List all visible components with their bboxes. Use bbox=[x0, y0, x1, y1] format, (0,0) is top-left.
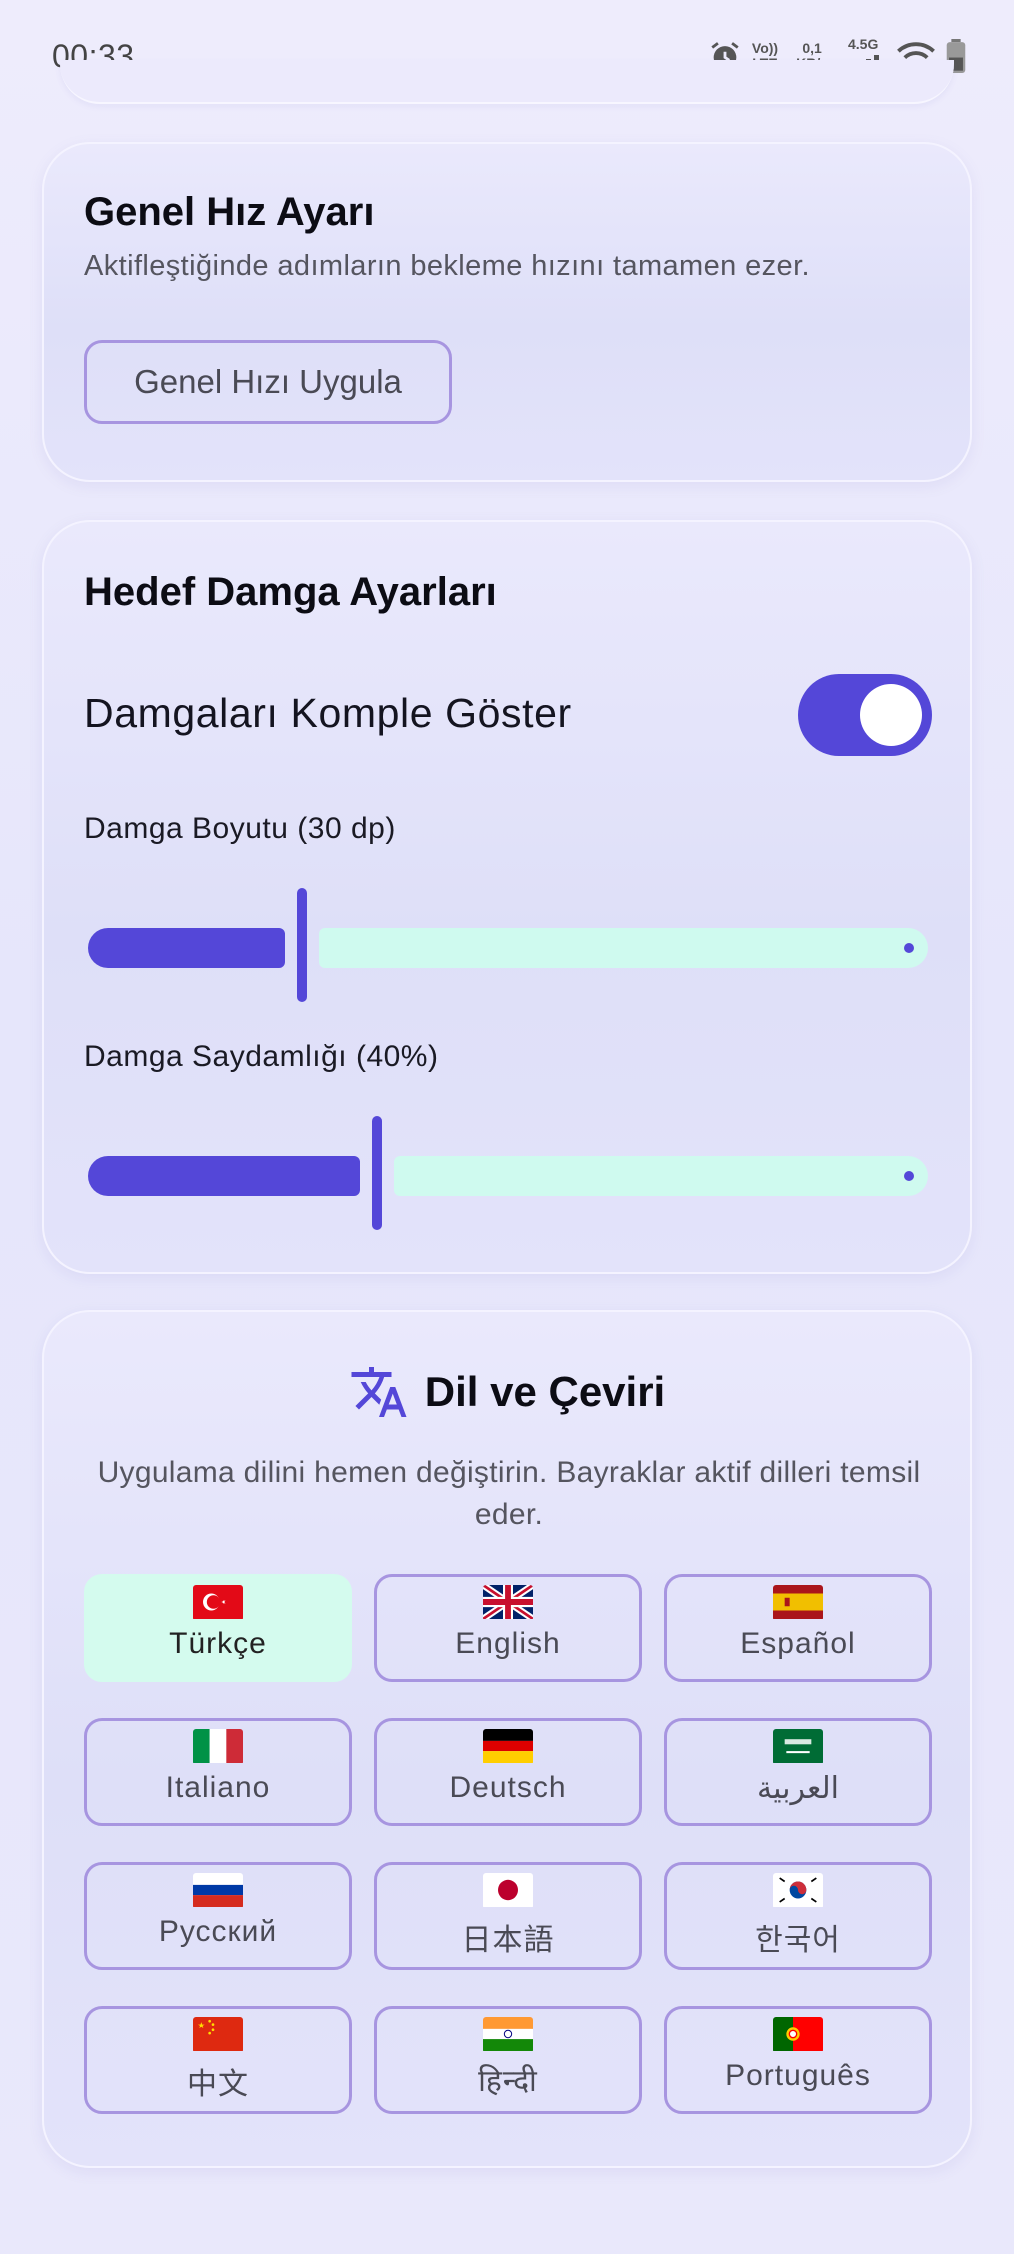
russia-flag-icon bbox=[193, 1873, 243, 1909]
spain-flag-icon bbox=[773, 1585, 823, 1621]
language-name: Deutsch bbox=[449, 1771, 567, 1804]
language-button-portugal[interactable]: Português bbox=[664, 2006, 932, 2114]
show-stamps-label: Damgaları Komple Göster bbox=[84, 690, 572, 736]
slider-active-track bbox=[88, 928, 285, 968]
language-name: हिन्दी bbox=[478, 2065, 538, 2098]
previous-card-edge bbox=[60, 60, 954, 104]
language-button-saudi-arabia[interactable]: العربية bbox=[664, 1718, 932, 1826]
portugal-flag-icon bbox=[773, 2017, 823, 2053]
slider-thumb[interactable] bbox=[371, 1116, 382, 1230]
italy-flag-icon bbox=[193, 1729, 243, 1765]
language-name: English bbox=[455, 1627, 561, 1660]
language-name: Español bbox=[740, 1627, 856, 1660]
language-title: Dil ve Çeviri bbox=[424, 1368, 666, 1415]
language-button-china[interactable]: 中文 bbox=[84, 2006, 352, 2114]
language-name: 中文 bbox=[187, 2068, 249, 2101]
slider-active-track bbox=[88, 1156, 360, 1196]
saudi-arabia-flag-icon bbox=[773, 1729, 823, 1765]
slider-stop-dot bbox=[904, 943, 914, 953]
stamp-size-label: Damga Boyutu (30 dp) bbox=[84, 812, 396, 845]
slider-inactive-track bbox=[318, 928, 928, 968]
language-button-russia[interactable]: Русский bbox=[84, 1862, 352, 1970]
apply-general-speed-button[interactable]: Genel Hızı Uygula bbox=[84, 340, 452, 424]
settings-page: 00:33 Vo)) LTE 0,1 KB/s 4.5G bbox=[0, 0, 1014, 2254]
language-button-spain[interactable]: Español bbox=[664, 1574, 932, 1682]
language-button-india[interactable]: हिन्दी bbox=[374, 2006, 642, 2114]
language-header: Dil ve Çeviri bbox=[44, 1362, 970, 1422]
stamp-size-slider[interactable] bbox=[84, 888, 928, 1008]
language-name: Português bbox=[725, 2059, 871, 2092]
language-name: Türkçe bbox=[169, 1627, 267, 1660]
stamp-opacity-label: Damga Saydamlığı (40%) bbox=[84, 1040, 439, 1073]
general-speed-card: Genel Hız Ayarı Aktifleştiğinde adımları… bbox=[42, 142, 972, 482]
stamp-opacity-slider[interactable] bbox=[84, 1116, 928, 1236]
slider-inactive-track bbox=[393, 1156, 928, 1196]
china-flag-icon bbox=[193, 2017, 243, 2053]
language-button-japan[interactable]: 日本語 bbox=[374, 1862, 642, 1970]
language-button-uk[interactable]: English bbox=[374, 1574, 642, 1682]
south-korea-flag-icon bbox=[773, 1873, 823, 1909]
show-stamps-toggle[interactable] bbox=[798, 674, 932, 756]
navigation-area bbox=[0, 2214, 1014, 2254]
stamp-settings-title: Hedef Damga Ayarları bbox=[84, 570, 497, 614]
uk-flag-icon bbox=[483, 1585, 533, 1621]
turkey-flag-icon bbox=[193, 1585, 243, 1621]
slider-thumb[interactable] bbox=[296, 888, 307, 1002]
language-button-turkey[interactable]: Türkçe bbox=[84, 1574, 352, 1682]
toggle-knob bbox=[860, 684, 922, 746]
general-speed-title: Genel Hız Ayarı bbox=[84, 190, 375, 234]
general-speed-description: Aktifleştiğinde adımların bekleme hızını… bbox=[84, 250, 810, 282]
language-button-italy[interactable]: Italiano bbox=[84, 1718, 352, 1826]
language-name: 日本語 bbox=[461, 1924, 555, 1957]
translate-icon bbox=[351, 1367, 407, 1417]
language-name: Italiano bbox=[165, 1771, 271, 1804]
language-description: Uygulama dilini hemen değiştirin. Bayrak… bbox=[97, 1456, 921, 1531]
language-name: Русский bbox=[158, 1915, 278, 1948]
language-button-germany[interactable]: Deutsch bbox=[374, 1718, 642, 1826]
slider-stop-dot bbox=[904, 1171, 914, 1181]
language-name: 한국어 bbox=[755, 1924, 841, 1957]
language-button-south-korea[interactable]: 한국어 bbox=[664, 1862, 932, 1970]
germany-flag-icon bbox=[483, 1729, 533, 1765]
stamp-settings-card: Hedef Damga Ayarları Damgaları Komple Gö… bbox=[42, 520, 972, 1274]
language-name: العربية bbox=[757, 1772, 839, 1805]
japan-flag-icon bbox=[483, 1873, 533, 1909]
language-card: Dil ve Çeviri Uygulama dilini hemen deği… bbox=[42, 1310, 972, 2168]
india-flag-icon bbox=[483, 2017, 533, 2053]
